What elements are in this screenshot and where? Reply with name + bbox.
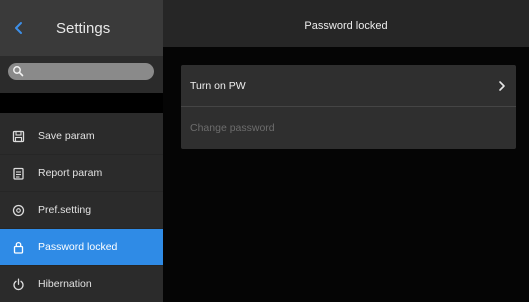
turn-on-pw-row[interactable]: Turn on PW — [181, 65, 516, 107]
sidebar-item-label: Save param — [38, 130, 95, 142]
sidebar-item-password-locked[interactable]: Password locked — [0, 229, 163, 266]
change-password-row: Change password — [181, 107, 516, 149]
main-content: Turn on PW Change password — [163, 47, 529, 302]
sidebar-item-hibernation[interactable]: Hibernation — [0, 266, 163, 302]
search-input[interactable] — [8, 63, 154, 80]
sidebar-item-label: Hibernation — [38, 278, 92, 290]
sidebar-item-pref-setting[interactable]: Pref.setting — [0, 192, 163, 229]
save-icon — [12, 130, 25, 143]
sidebar-item-save-param[interactable]: Save param — [0, 118, 163, 155]
search-icon — [13, 66, 24, 77]
chevron-right-icon — [499, 81, 505, 91]
change-password-label: Change password — [190, 122, 275, 134]
sidebar-item-label: Report param — [38, 167, 103, 179]
sidebar-header: Settings — [0, 0, 163, 56]
sidebar-item-label: Password locked — [38, 241, 118, 253]
sidebar-title: Settings — [56, 20, 111, 37]
sidebar: Settings Save param Report param Pref.se… — [0, 0, 163, 302]
report-icon — [13, 167, 24, 180]
page-title: Password locked — [304, 20, 388, 32]
lock-icon — [13, 241, 24, 254]
power-icon — [13, 278, 24, 291]
preferences-icon — [12, 204, 25, 217]
sidebar-item-report-param[interactable]: Report param — [0, 155, 163, 192]
header-bar: Password locked — [163, 0, 529, 47]
password-settings-card: Turn on PW Change password — [181, 65, 516, 149]
sidebar-menu: Save param Report param Pref.setting Pas… — [0, 118, 163, 302]
sidebar-divider-band — [0, 93, 163, 113]
sidebar-item-label: Pref.setting — [38, 204, 92, 216]
turn-on-pw-label: Turn on PW — [190, 80, 246, 92]
chevron-left-icon[interactable] — [12, 20, 26, 36]
